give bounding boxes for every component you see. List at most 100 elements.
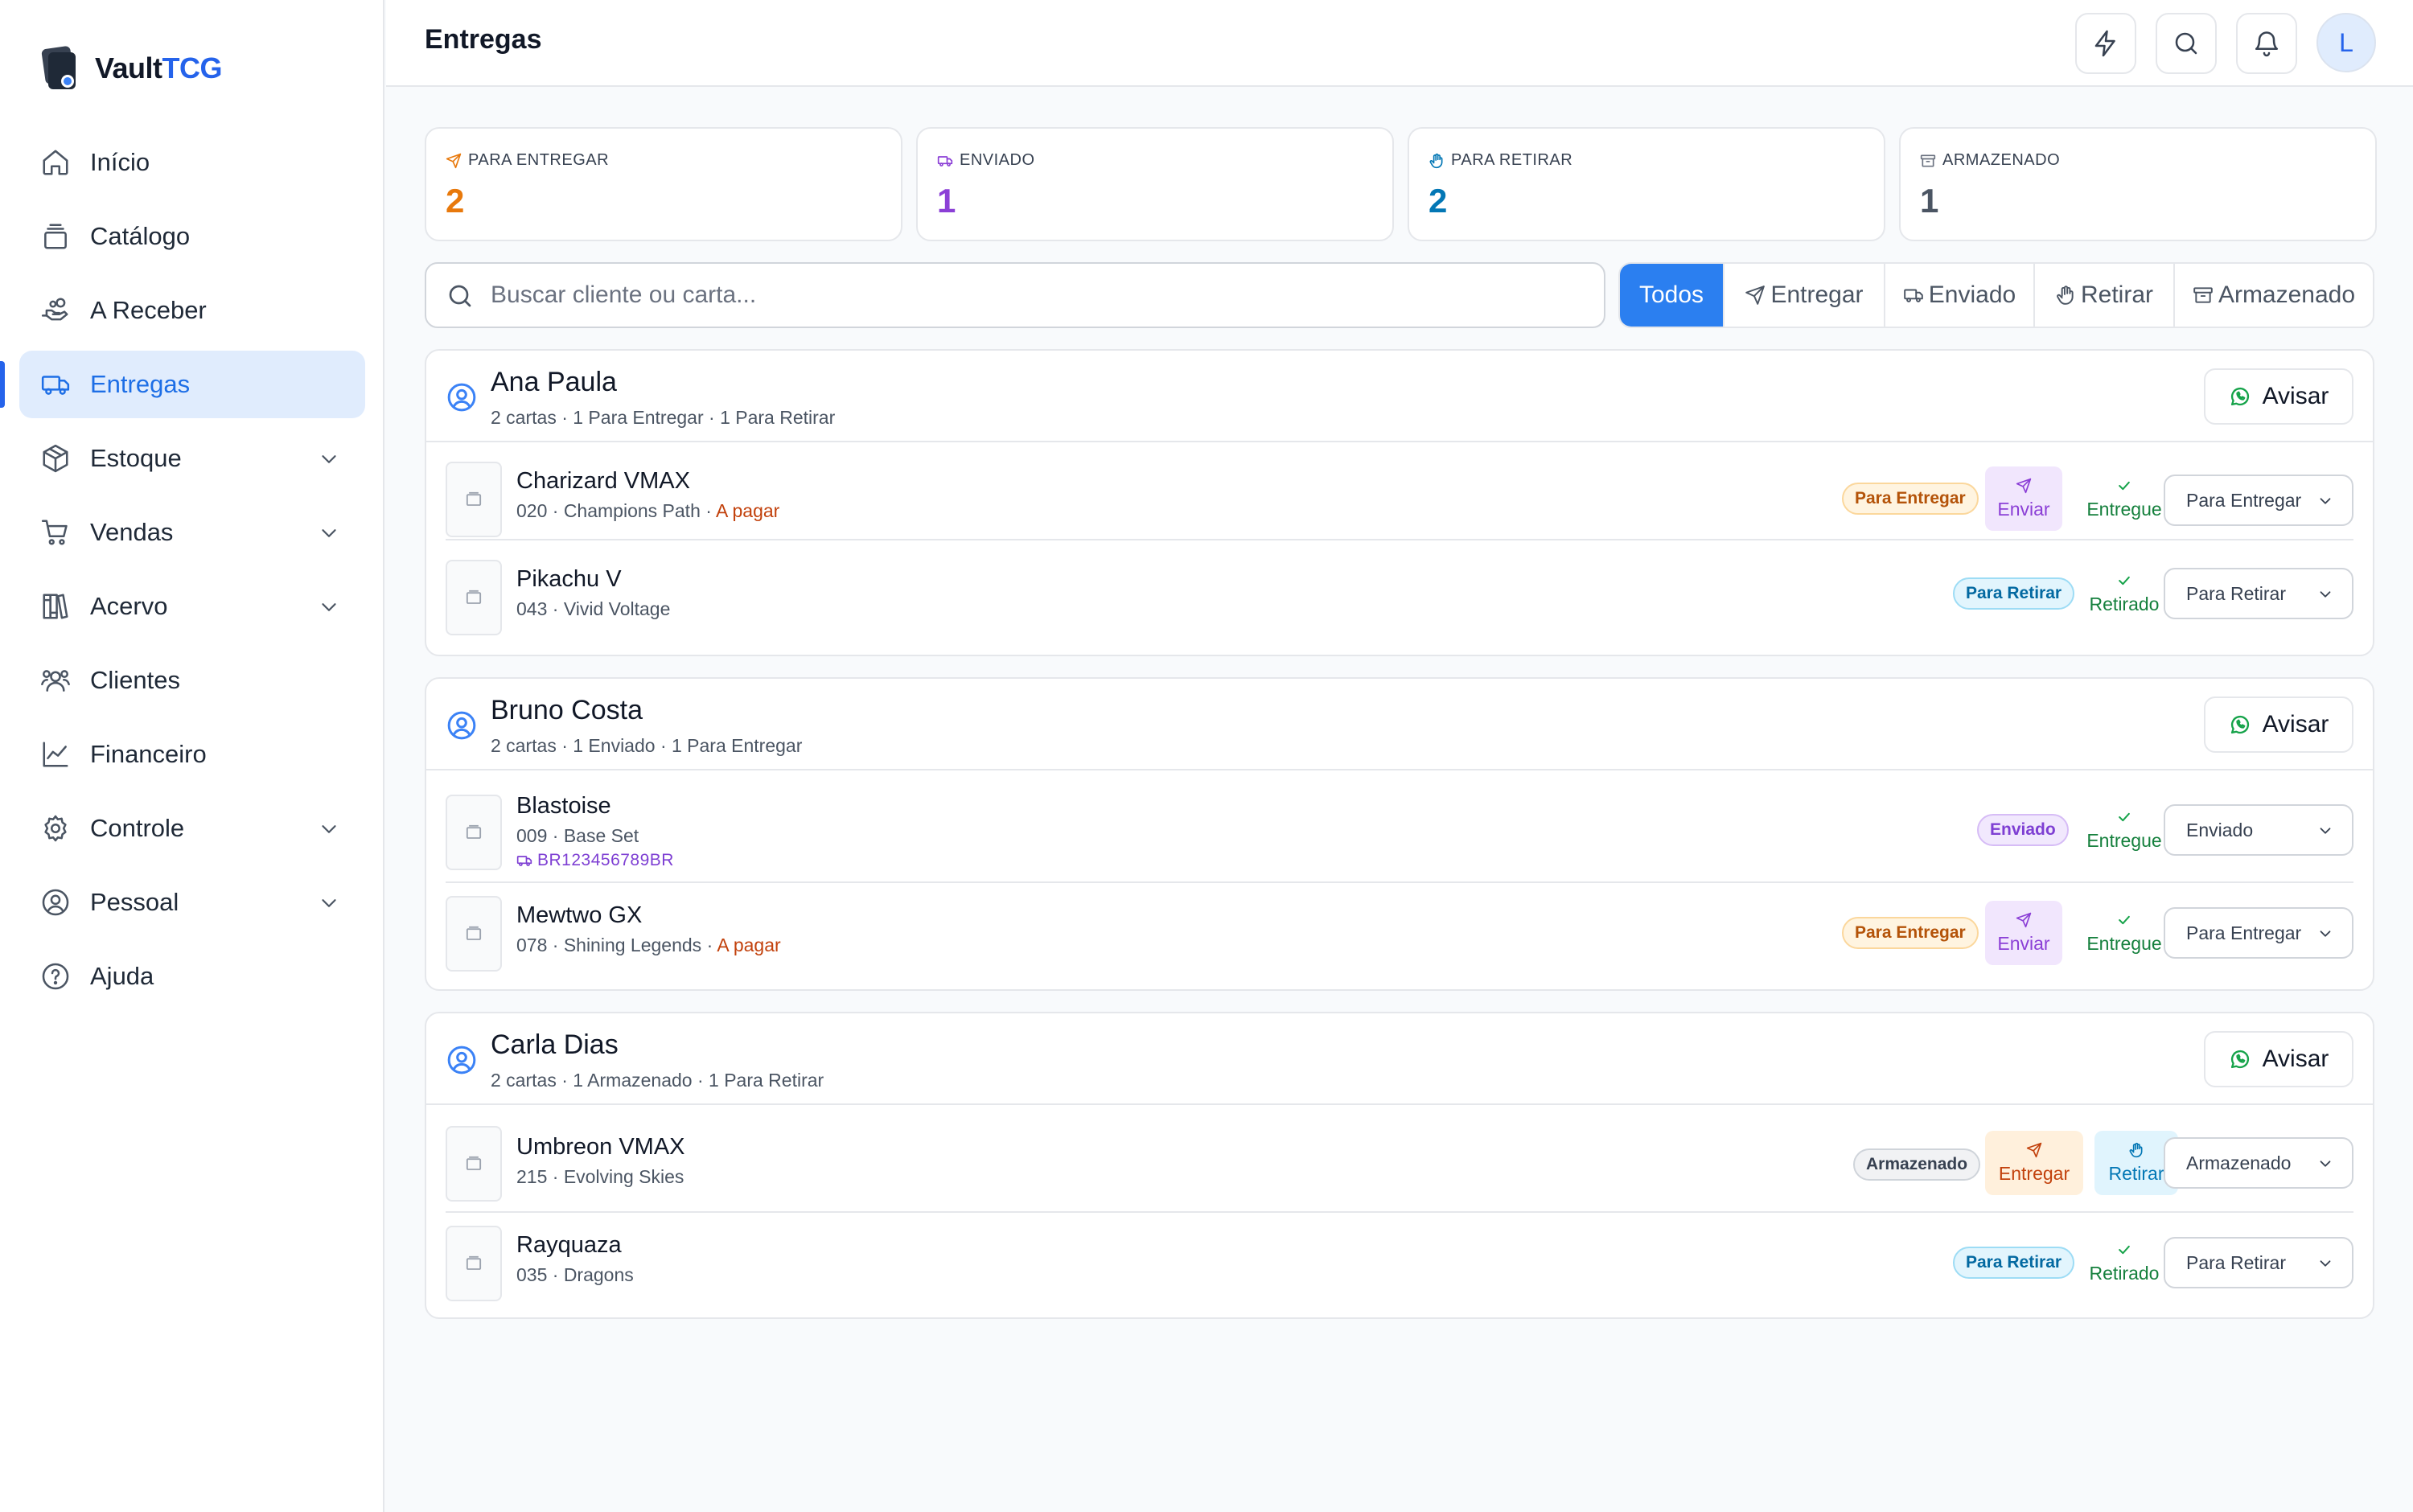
- cart-icon: [41, 520, 68, 545]
- users-icon: [41, 670, 70, 692]
- card-name: Charizard VMAX: [516, 468, 690, 494]
- user-circle-icon: [447, 711, 476, 740]
- stat-card-armazenado: ARMAZENADO 1: [1899, 127, 2377, 241]
- notify-button[interactable]: Avisar: [2204, 1031, 2353, 1087]
- sidebar-nav: Início Catálogo A Receber Entregas Estoq…: [19, 129, 365, 1017]
- filter-armazenado[interactable]: Armazenado: [2175, 264, 2373, 327]
- stat-label: ARMAZENADO: [1942, 151, 2061, 169]
- sidebar-item-label: Pessoal: [90, 888, 179, 916]
- card-row: Mewtwo GX 078 · Shining Legends · A paga…: [446, 883, 2353, 981]
- sidebar-item-controle[interactable]: Controle: [19, 795, 365, 862]
- search-button[interactable]: [2156, 13, 2217, 74]
- hand-coins-icon: [41, 298, 68, 321]
- status-badge: Para Retirar: [1953, 1247, 2075, 1279]
- mark-delivered-button[interactable]: Entregue: [2080, 901, 2168, 965]
- card-details: 078 · Shining Legends · A pagar: [516, 935, 781, 955]
- archive-icon: [2193, 287, 2213, 303]
- image-placeholder-icon: [466, 1255, 482, 1270]
- card-row: Rayquaza 035 · Dragons Para Retirar Reti…: [446, 1213, 2353, 1311]
- image-placeholder-icon: [466, 824, 482, 839]
- whatsapp-icon: [2230, 715, 2249, 734]
- stat-card-enviado: ENVIADO 1: [916, 127, 1394, 241]
- card-details: 035 · Dragons: [516, 1264, 634, 1285]
- chevron-down-icon: [2320, 1161, 2331, 1167]
- send-action-button[interactable]: Enviar: [1985, 466, 2062, 531]
- mark-delivered-button[interactable]: Entregue: [2080, 798, 2168, 862]
- quick-action-button[interactable]: [2075, 13, 2136, 74]
- brand[interactable]: VaultTCG: [40, 45, 223, 90]
- sidebar-item-acervo[interactable]: Acervo: [19, 573, 365, 640]
- archive-icon: [1920, 154, 1936, 166]
- payment-status: A pagar: [716, 500, 780, 521]
- card-details: 043 · Vivid Voltage: [516, 598, 671, 619]
- search-input[interactable]: [491, 275, 1585, 315]
- card-row: Charizard VMAX 020 · Champions Path · A …: [446, 442, 2353, 540]
- card-name: Pikachu V: [516, 566, 622, 592]
- sidebar-item-vendas[interactable]: Vendas: [19, 499, 365, 566]
- image-placeholder-icon: [466, 590, 482, 604]
- status-select[interactable]: Enviado: [2164, 804, 2353, 856]
- card-row: Umbreon VMAX 215 · Evolving Skies Armaze…: [446, 1105, 2353, 1213]
- card-name: Rayquaza: [516, 1232, 622, 1258]
- notify-button[interactable]: Avisar: [2204, 368, 2353, 425]
- status-select[interactable]: Armazenado: [2164, 1137, 2353, 1189]
- payment-status: A pagar: [717, 935, 781, 955]
- stat-value: 1: [1920, 182, 1939, 220]
- tracking-code[interactable]: BR123456789BR: [516, 851, 674, 870]
- client-header: Bruno Costa 2 cartas · 1 Enviado · 1 Par…: [426, 679, 2373, 770]
- client-name[interactable]: Carla Dias: [491, 1029, 619, 1061]
- mark-picked-up-button[interactable]: Retirado: [2080, 1231, 2168, 1295]
- client-name[interactable]: Ana Paula: [491, 367, 617, 398]
- sidebar-item-label: Clientes: [90, 666, 180, 694]
- sidebar-item-entregas[interactable]: Entregas: [19, 351, 365, 418]
- sidebar-item-a-receber[interactable]: A Receber: [19, 277, 365, 344]
- send-icon: [1745, 286, 1766, 305]
- avatar[interactable]: L: [2316, 13, 2376, 72]
- filter-retirar[interactable]: Retirar: [2035, 264, 2175, 327]
- stat-value: 2: [446, 182, 465, 220]
- card-thumbnail: [446, 795, 502, 870]
- send-icon: [2026, 1142, 2042, 1157]
- status-select[interactable]: Para Entregar: [2164, 907, 2353, 959]
- sidebar-item-estoque[interactable]: Estoque: [19, 425, 365, 492]
- image-placeholder-icon: [466, 491, 482, 506]
- sidebar-item-ajuda[interactable]: Ajuda: [19, 943, 365, 1010]
- bell-icon: [2255, 31, 2279, 57]
- whatsapp-icon: [2230, 387, 2249, 406]
- stat-label: PARA RETIRAR: [1451, 151, 1573, 169]
- filter-enviado[interactable]: Enviado: [1885, 264, 2035, 327]
- status-badge: Para Retirar: [1953, 577, 2075, 610]
- chart-line-icon: [43, 742, 68, 767]
- notifications-button[interactable]: [2236, 13, 2297, 74]
- layers-icon: [44, 224, 67, 249]
- client-name[interactable]: Bruno Costa: [491, 695, 643, 726]
- filter-entregar[interactable]: Entregar: [1724, 264, 1885, 327]
- status-select[interactable]: Para Retirar: [2164, 1237, 2353, 1288]
- sidebar-item-label: Controle: [90, 814, 185, 842]
- client-summary: 2 cartas · 1 Armazenado · 1 Para Retirar: [491, 1070, 824, 1091]
- client-group: Carla Dias 2 cartas · 1 Armazenado · 1 P…: [425, 1012, 2374, 1319]
- card-name: Umbreon VMAX: [516, 1134, 685, 1160]
- mark-delivered-button[interactable]: Entregue: [2080, 466, 2168, 531]
- chevron-down-icon: [2320, 1260, 2331, 1267]
- card-thumbnail: [446, 462, 502, 537]
- sidebar-item-pessoal[interactable]: Pessoal: [19, 869, 365, 936]
- sidebar-item-catalogo[interactable]: Catálogo: [19, 203, 365, 270]
- deliver-action-button[interactable]: Entregar: [1985, 1131, 2083, 1195]
- sidebar-item-financeiro[interactable]: Financeiro: [19, 721, 365, 788]
- send-action-button[interactable]: Enviar: [1985, 901, 2062, 965]
- sidebar-item-clientes[interactable]: Clientes: [19, 647, 365, 714]
- truck-icon: [41, 376, 70, 395]
- hand-icon: [2057, 286, 2074, 305]
- user-circle-icon: [447, 1046, 476, 1074]
- mark-picked-up-button[interactable]: Retirado: [2080, 561, 2168, 626]
- status-select[interactable]: Para Retirar: [2164, 568, 2353, 619]
- sidebar-item-inicio[interactable]: Início: [19, 129, 365, 196]
- status-select[interactable]: Para Entregar: [2164, 475, 2353, 526]
- notify-button[interactable]: Avisar: [2204, 696, 2353, 753]
- status-badge: Armazenado: [1853, 1148, 1981, 1181]
- client-group: Ana Paula 2 cartas · 1 Para Entregar · 1…: [425, 349, 2374, 656]
- card-row: Pikachu V 043 · Vivid Voltage Para Retir…: [446, 540, 2353, 639]
- sidebar-item-label: Financeiro: [90, 740, 207, 768]
- filter-todos[interactable]: Todos: [1620, 264, 1724, 327]
